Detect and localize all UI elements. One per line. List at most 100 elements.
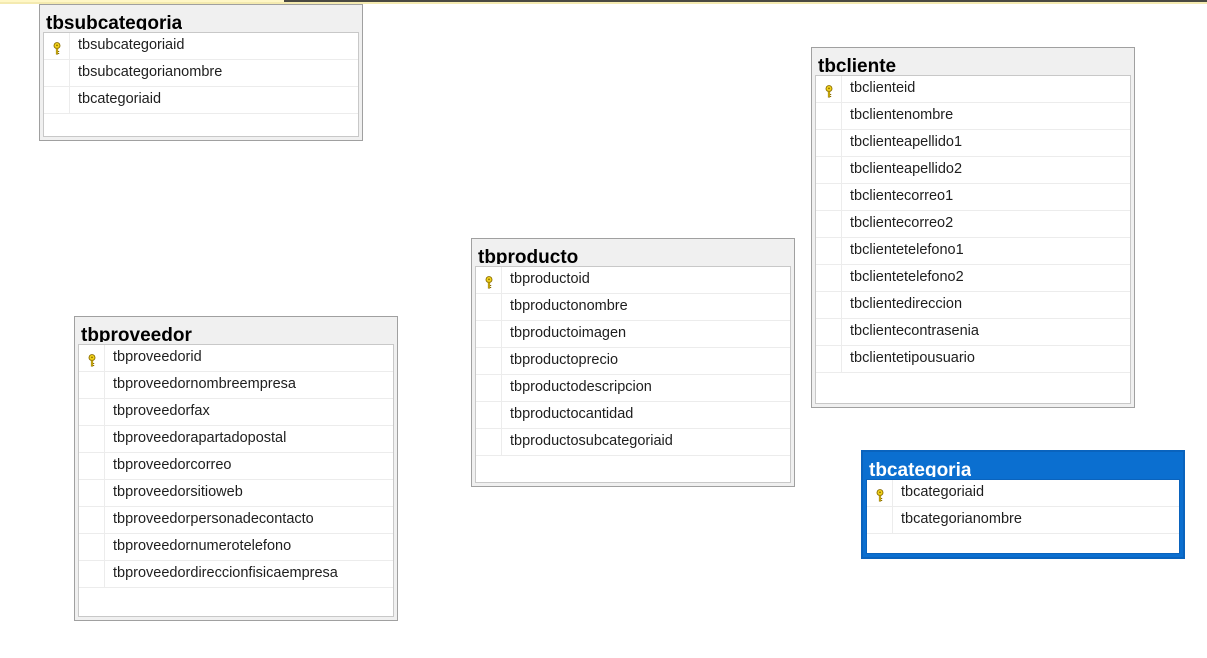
row-selector[interactable] <box>79 480 105 506</box>
column-row[interactable]: tbproductoid <box>476 267 790 294</box>
row-selector[interactable] <box>79 399 105 425</box>
key-icon <box>87 352 97 367</box>
column-name: tbproveedorapartadopostal <box>113 430 287 446</box>
column-name: tbproveedornombreempresa <box>113 376 296 392</box>
table-tbcategoria[interactable]: tbcategoria tbcategoriaid tbcategorianombr… <box>861 450 1185 559</box>
column-row[interactable]: tbproductocantidad <box>476 402 790 429</box>
row-selector[interactable] <box>79 534 105 560</box>
row-selector[interactable] <box>476 429 502 455</box>
column-name: tbclienteapellido2 <box>850 161 963 177</box>
column-row[interactable]: tbclientenombre <box>816 103 1130 130</box>
column-row[interactable]: tbclientetelefono1 <box>816 238 1130 265</box>
column-name: tbclientenombre <box>850 107 954 123</box>
column-name: tbsubcategoriaid <box>78 37 185 53</box>
row-selector[interactable] <box>79 426 105 452</box>
column-row[interactable]: tbproductosubcategoriaid <box>476 429 790 456</box>
column-name: tbproductosubcategoriaid <box>510 433 673 449</box>
row-selector[interactable] <box>476 294 502 320</box>
column-row[interactable]: tbproveedorapartadopostal <box>79 426 393 453</box>
column-row[interactable]: tbproductoprecio <box>476 348 790 375</box>
column-row[interactable]: tbsubcategorianombre <box>44 60 358 87</box>
row-selector[interactable] <box>476 402 502 428</box>
row-selector[interactable] <box>867 507 893 533</box>
column-row[interactable]: tbproductodescripcion <box>476 375 790 402</box>
column-row[interactable]: tbclienteapellido2 <box>816 157 1130 184</box>
column-row[interactable]: tbproveedordireccionfisicaempresa <box>79 561 393 588</box>
key-icon <box>824 83 834 98</box>
column-row[interactable]: tbproveedorsitioweb <box>79 480 393 507</box>
column-row[interactable]: tbproveedorcorreo <box>79 453 393 480</box>
table-tbproveedor[interactable]: tbproveedor tbproveedorid tbproveedornombr… <box>74 316 398 621</box>
column-name: tbproductoid <box>510 271 590 287</box>
row-selector[interactable] <box>816 211 842 237</box>
row-selector[interactable] <box>816 157 842 183</box>
row-selector[interactable] <box>44 87 70 113</box>
row-selector[interactable] <box>476 348 502 374</box>
column-row[interactable]: tbclientedireccion <box>816 292 1130 319</box>
column-row[interactable]: tbcategoriaid <box>44 87 358 114</box>
column-row[interactable]: tbclientecontrasenia <box>816 319 1130 346</box>
column-row[interactable]: tbproductoimagen <box>476 321 790 348</box>
column-name: tbproveedorcorreo <box>113 457 232 473</box>
row-selector[interactable] <box>476 375 502 401</box>
table-title[interactable]: tbproveedor <box>81 325 192 342</box>
column-name: tbproductonombre <box>510 298 628 314</box>
row-selector[interactable] <box>816 184 842 210</box>
key-icon <box>484 274 494 289</box>
table-title[interactable]: tbcliente <box>818 56 896 73</box>
row-selector[interactable] <box>816 238 842 264</box>
column-row[interactable]: tbproveedorpersonadecontacto <box>79 507 393 534</box>
row-selector[interactable] <box>816 265 842 291</box>
table-title[interactable]: tbsubcategoria <box>46 13 182 30</box>
column-name: tbproveedornumerotelefono <box>113 538 292 554</box>
table-title[interactable]: tbproducto <box>478 247 578 264</box>
column-row[interactable]: tbsubcategoriaid <box>44 33 358 60</box>
column-row[interactable]: tbclientetipousuario <box>816 346 1130 373</box>
row-selector[interactable] <box>44 33 70 59</box>
row-selector[interactable] <box>816 103 842 129</box>
row-selector[interactable] <box>476 321 502 347</box>
row-selector[interactable] <box>867 480 893 506</box>
column-name: tbclienteapellido1 <box>850 134 963 150</box>
column-row[interactable]: tbcategorianombre <box>867 507 1179 534</box>
row-selector[interactable] <box>816 292 842 318</box>
row-selector[interactable] <box>79 372 105 398</box>
column-row[interactable]: tbclienteapellido1 <box>816 130 1130 157</box>
column-name: tbproveedordireccionfisicaempresa <box>113 565 338 581</box>
column-name: tbsubcategorianombre <box>78 64 223 80</box>
column-row[interactable]: tbclientecorreo2 <box>816 211 1130 238</box>
table-tbsubcategoria[interactable]: tbsubcategoria tbsubcategoriaid tbsubcateg… <box>39 4 363 141</box>
row-selector[interactable] <box>476 267 502 293</box>
key-icon <box>52 40 62 55</box>
column-row[interactable]: tbproveedornombreempresa <box>79 372 393 399</box>
column-row[interactable]: tbclientetelefono2 <box>816 265 1130 292</box>
table-tbproducto[interactable]: tbproducto tbproductoid tbproductonombre tb… <box>471 238 795 487</box>
row-selector[interactable] <box>816 130 842 156</box>
table-title[interactable]: tbcategoria <box>869 460 971 477</box>
column-grid: tbsubcategoriaid tbsubcategorianombre tbca… <box>43 32 359 137</box>
column-name: tbproductoimagen <box>510 325 627 341</box>
column-name: tbproveedorfax <box>113 403 210 419</box>
row-selector[interactable] <box>816 346 842 372</box>
column-row[interactable]: tbcategoriaid <box>867 480 1179 507</box>
row-selector[interactable] <box>816 76 842 102</box>
row-selector[interactable] <box>79 453 105 479</box>
column-row[interactable]: tbproveedorfax <box>79 399 393 426</box>
row-selector[interactable] <box>79 345 105 371</box>
row-selector[interactable] <box>44 60 70 86</box>
column-row[interactable]: tbproductonombre <box>476 294 790 321</box>
column-row[interactable]: tbproveedornumerotelefono <box>79 534 393 561</box>
column-name: tbcategoriaid <box>78 91 162 107</box>
row-selector[interactable] <box>79 561 105 587</box>
column-row[interactable]: tbclienteid <box>816 76 1130 103</box>
column-name: tbproveedorsitioweb <box>113 484 243 500</box>
column-grid: tbproveedorid tbproveedornombreempresa tbp… <box>78 344 394 617</box>
column-name: tbclientecontrasenia <box>850 323 979 339</box>
column-row[interactable]: tbproveedorid <box>79 345 393 372</box>
row-selector[interactable] <box>816 319 842 345</box>
column-grid: tbcategoriaid tbcategorianombre <box>866 479 1180 554</box>
table-tbcliente[interactable]: tbcliente tbclienteid tbclientenombre tbcli… <box>811 47 1135 408</box>
column-row[interactable]: tbclientecorreo1 <box>816 184 1130 211</box>
row-selector[interactable] <box>79 507 105 533</box>
column-name: tbclientedireccion <box>850 296 963 312</box>
